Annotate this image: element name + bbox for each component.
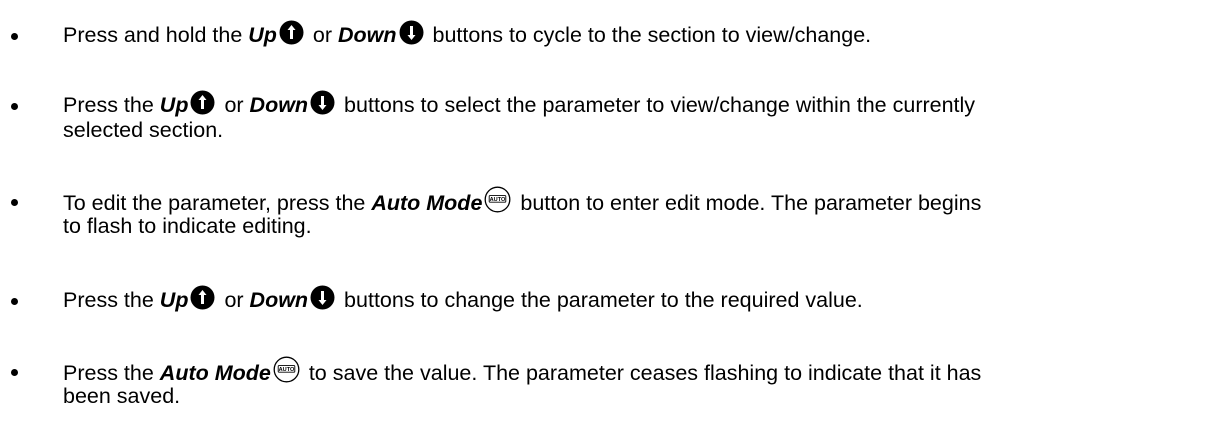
- text-segment: To edit the parameter, press the: [63, 191, 372, 215]
- text-segment: Press the: [63, 288, 160, 312]
- down-arrow-button-icon: [310, 90, 335, 115]
- instruction-list: Press and hold the Up or Down buttons to…: [0, 0, 1220, 437]
- text-segment: been saved.: [63, 384, 181, 408]
- text-segment: buttons to select the parameter to view/…: [338, 93, 976, 117]
- auto-mode-label: Auto Mode: [371, 191, 483, 215]
- text-segment: or: [218, 93, 250, 117]
- bullet-dot: [11, 103, 18, 110]
- text-segment: to flash to indicate editing.: [63, 214, 312, 238]
- list-item-text: Press the Auto Mode AUTO to save the valu…: [63, 356, 1193, 410]
- down-arrow-button-icon: [399, 20, 424, 45]
- auto-mode-button-icon: AUTO: [273, 356, 300, 383]
- text-segment: Press the: [63, 361, 160, 385]
- bullet-dot: [11, 369, 18, 376]
- text-segment: Press and hold the: [63, 23, 249, 47]
- auto-icon-label: AUTO: [490, 197, 506, 203]
- text-segment: buttons to cycle to the section to view/…: [426, 23, 872, 47]
- up-arrow-button-icon: [190, 285, 215, 310]
- text-segment: selected section.: [63, 118, 224, 142]
- bullet-dot: [11, 33, 18, 40]
- up-button-label: Up: [248, 23, 277, 47]
- bullet-dot: [11, 298, 18, 305]
- bullet-dot: [11, 199, 18, 206]
- list-item-text: Press and hold the Up or Down buttons to…: [63, 20, 1193, 47]
- list-item-text: Press the Up or Down buttons to select t…: [63, 90, 1193, 144]
- up-arrow-button-icon: [190, 90, 215, 115]
- up-button-label: Up: [159, 288, 189, 312]
- text-segment: to save the value. The parameter ceases …: [302, 361, 982, 385]
- down-button-label: Down: [338, 23, 397, 47]
- text-segment: Press the: [63, 93, 160, 117]
- down-button-label: Down: [249, 93, 309, 117]
- down-arrow-button-icon: [310, 285, 335, 310]
- text-segment: buttons to change the parameter to the r…: [338, 288, 863, 312]
- auto-icon-label: AUTO: [278, 367, 294, 373]
- auto-mode-label: Auto Mode: [159, 361, 271, 385]
- auto-mode-button-icon: AUTO: [484, 186, 511, 213]
- text-segment: or: [306, 23, 339, 47]
- text-segment: or: [218, 288, 250, 312]
- up-arrow-button-icon: [279, 20, 304, 45]
- list-item-text: To edit the parameter, press the Auto Mo…: [63, 186, 1193, 240]
- down-button-label: Down: [249, 288, 309, 312]
- up-button-label: Up: [159, 93, 189, 117]
- text-segment: button to enter edit mode. The parameter…: [514, 191, 982, 215]
- list-item-text: Press the Up or Down buttons to change t…: [63, 285, 1193, 312]
